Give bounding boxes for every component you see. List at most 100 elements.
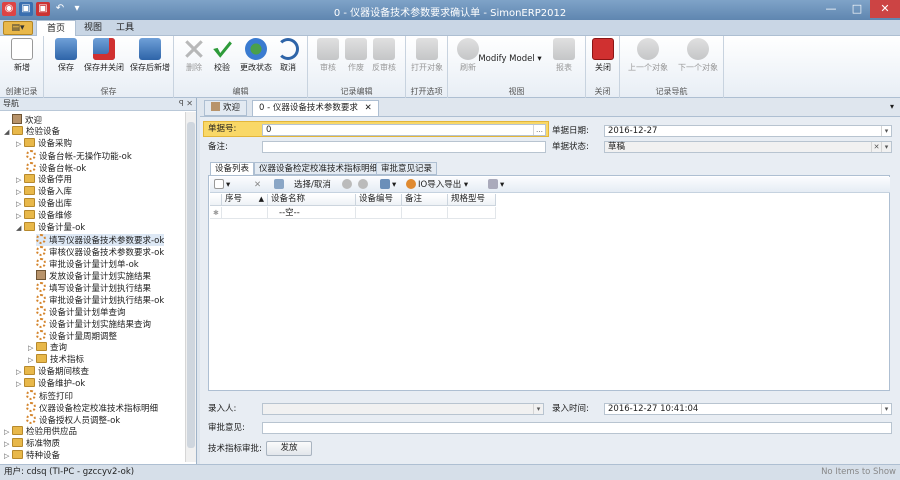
chevron-down-icon[interactable]: ▾ [881,404,891,414]
doc-status-field[interactable]: 草稿 ✕ ▾ [604,141,892,153]
previous-object-button[interactable]: 上一个对象 [624,38,672,73]
expand-icon[interactable]: ▷ [4,450,12,462]
doc-date-field[interactable]: 2016-12-27 ▾ [604,125,892,137]
entry-user-field[interactable]: ▾ [262,403,544,415]
tree-node[interactable]: 仪器设备检定校准技术指标明细 [26,402,158,414]
select-cancel-button[interactable]: 选择/取消 [294,179,331,191]
collapse-icon[interactable]: ◢ [4,126,12,138]
chevron-down-icon[interactable]: ▾ [881,126,891,136]
save-new-button[interactable]: 保存后新增 [128,38,172,73]
expand-icon[interactable]: ▷ [16,378,24,390]
remark-field[interactable] [262,141,546,153]
tree-node[interactable]: 设备台帐-ok [26,162,86,174]
maximize-button[interactable]: □ [844,0,870,18]
tree-node[interactable]: ▷ 查询 [28,342,67,354]
expand-icon[interactable]: ▷ [16,138,24,150]
select-icon[interactable] [274,179,286,191]
tree-node-welcome[interactable]: 欢迎 [4,114,42,126]
new-row-cell[interactable] [356,207,402,219]
tab-list-icon[interactable]: ▾ [890,102,894,111]
clear-icon[interactable]: ✕ [871,142,881,152]
tree-node[interactable]: 填写设备计量计划执行结果 [36,282,151,294]
io-import-export-button[interactable]: IO导入导出 ▾ [406,179,468,191]
record-next-icon[interactable] [358,179,370,191]
tree-node[interactable]: ▷ 设备出库 [16,198,72,210]
tree-node[interactable]: 设备计量周期调整 [36,330,117,342]
tree-node[interactable]: ▷ 设备采购 [16,138,72,150]
lookup-button[interactable]: … [533,125,545,135]
modify-model-button[interactable]: Modify Model ▾ [478,54,542,64]
tree-node[interactable]: 审批设备计量计划单-ok [36,258,139,270]
doc-no-field[interactable]: 0… [262,124,546,136]
chevron-down-icon[interactable]: ▾ [881,142,891,152]
col-header-code[interactable]: 设备编号 [356,194,402,206]
new-row-cell[interactable] [448,207,496,219]
tree-node[interactable]: ▷ 技术指标 [28,354,84,366]
tree-node[interactable]: ▷ 设备停用 [16,174,72,186]
expand-icon[interactable]: ▷ [16,174,24,186]
expand-icon[interactable]: ▷ [16,186,24,198]
expand-icon[interactable]: ▷ [4,438,12,450]
tree-node[interactable]: 设备计量计划单查询 [36,306,126,318]
entry-time-field[interactable]: 2016-12-27 10:41:04 ▾ [604,403,892,415]
subtab-equipment-list[interactable]: 设备列表 [210,162,255,175]
doc-tab-welcome[interactable]: 欢迎 [204,100,248,116]
save-button[interactable]: 保存 [46,38,86,73]
tree-node[interactable]: 标签打印 [26,390,73,402]
expand-icon[interactable]: ▷ [4,426,12,438]
expand-icon[interactable]: ▷ [28,342,36,354]
tree-node[interactable]: ▷ 特种设备 [4,450,60,462]
tree-node[interactable]: 设备授权人员调整-ok [26,414,120,426]
expand-icon[interactable]: ▷ [16,366,24,378]
col-header-name[interactable]: 设备名称 [268,194,356,206]
tree-node[interactable]: ▷ 标准物质 [4,438,60,450]
tree-node-inspection-equipment[interactable]: ◢ 检验设备 [4,126,60,138]
tree-node[interactable]: ▷ 检验用供应品 [4,426,77,438]
open-object-button[interactable]: 打开对象 [407,38,447,73]
new-row-cell[interactable] [402,207,448,219]
issue-button[interactable]: 发放 [266,441,312,456]
tab-home[interactable]: 首页 [36,20,77,36]
scroll-thumb[interactable] [187,122,195,448]
doc-tab-current[interactable]: 0 - 仪器设备技术参数要求 ✕ [252,100,379,116]
tree-node[interactable]: 设备计量计划实施结果查询 [36,318,151,330]
delete-row-button[interactable]: ✕ [254,179,261,191]
tree-node[interactable]: 审批设备计量计划执行结果-ok [36,294,164,306]
unaudit-button[interactable]: 反审核 [364,38,404,73]
tree-node[interactable]: ▷ 设备期间核查 [16,366,89,378]
expand-icon[interactable]: ▷ [16,198,24,210]
close-window-button[interactable]: ✕ [870,0,900,18]
minimize-button[interactable]: — [818,0,844,18]
col-header-spec[interactable]: 规格型号 [448,194,496,206]
print-button[interactable]: ▾ [380,179,396,191]
approval-field[interactable] [262,422,892,434]
new-row-button[interactable]: □▾▾ [214,179,230,191]
close-tab-icon[interactable]: ✕ [365,103,372,113]
expand-icon[interactable]: ▷ [16,210,24,222]
tree-node[interactable]: ◢ 设备计量-ok [16,222,85,234]
subtab-approval-records[interactable]: 审批意见记录 [376,162,438,175]
tree-node[interactable]: 发放设备计量计划实施结果 [36,270,151,282]
tree-node[interactable]: ▷ 设备维修 [16,210,72,222]
app-menu-button[interactable]: ▤▾ [3,21,33,35]
tree-node[interactable]: 设备台帐-无操作功能-ok [26,150,132,162]
save-close-button[interactable]: 保存并关闭 [82,38,126,73]
tree-node[interactable]: ▷ 设备入库 [16,186,72,198]
next-object-button[interactable]: 下一个对象 [674,38,722,73]
subtab-calibration-detail[interactable]: 仪器设备检定校准技术指标明细 [254,162,384,175]
nav-scrollbar[interactable] [185,112,196,462]
tree-node[interactable]: 审核仪器设备技术参数要求-ok [36,246,164,258]
tree-node-selected[interactable]: 填写仪器设备技术参数要求-ok [36,234,165,246]
chevron-down-icon[interactable]: ▾ [533,404,543,414]
report-button[interactable]: 报表 [544,38,584,73]
cancel-button[interactable]: 取消 [268,38,308,73]
new-row-cell[interactable] [222,207,268,219]
col-header-remark[interactable]: 备注 [402,194,448,206]
tools-button[interactable]: ▾ [488,179,504,191]
close-button[interactable]: 关闭 [583,38,623,73]
tree-node[interactable]: ▷ 设备维护-ok [16,378,85,390]
tab-tools[interactable]: 工具 [106,20,144,36]
expand-icon[interactable]: ▷ [28,354,36,366]
new-row-cell[interactable]: --空-- [268,207,356,219]
record-prev-icon[interactable] [342,179,354,191]
